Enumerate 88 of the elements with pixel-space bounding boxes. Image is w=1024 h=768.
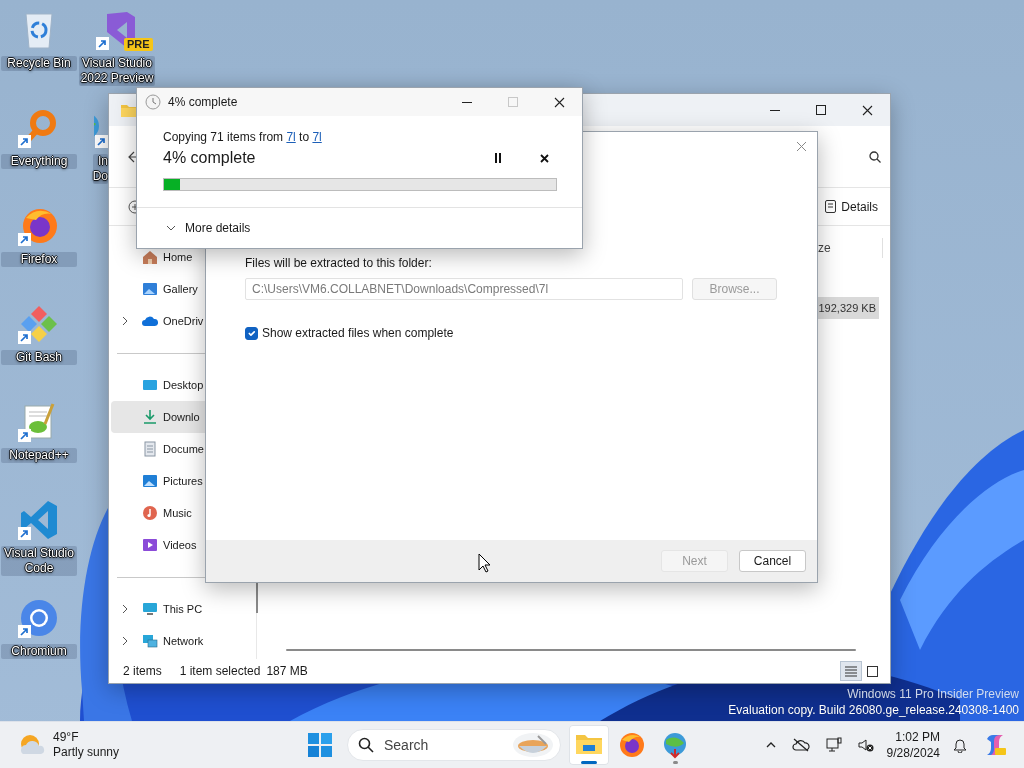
sidebar-item[interactable]: Pictures	[111, 465, 206, 497]
sidebar-item[interactable]: This PC	[111, 593, 206, 625]
checkbox[interactable]	[245, 326, 258, 340]
sidebar-label[interactable]: This PC	[163, 600, 203, 618]
search-icon	[869, 150, 881, 163]
window-title: 4% complete	[168, 94, 239, 111]
sidebar-label[interactable]: Music	[163, 504, 192, 522]
sidebar-label[interactable]: Pictures	[163, 472, 203, 490]
search-icon	[358, 737, 374, 753]
sidebar-item[interactable]: Music	[111, 497, 206, 529]
cancel-button[interactable]: Cancel	[739, 550, 806, 572]
sidebar-item[interactable]: Videos	[111, 529, 206, 561]
video-icon	[142, 537, 158, 553]
date-text: 9/28/2024	[886, 745, 940, 761]
sidebar-label[interactable]: Desktop	[163, 376, 204, 394]
item-count: 2 items	[123, 663, 162, 680]
network-icon	[142, 633, 158, 649]
chevron-up-icon	[765, 742, 776, 748]
folder-icon	[121, 103, 137, 117]
details-view-icon	[844, 664, 858, 678]
clock-icon	[145, 94, 161, 110]
cloud-off-icon	[791, 738, 810, 752]
sidebar-item[interactable]: Downlo	[111, 401, 206, 433]
preview-badge: PRE	[124, 38, 153, 51]
minimize-icon	[462, 101, 472, 103]
pause-icon	[494, 153, 502, 163]
bell-icon	[953, 737, 967, 753]
search-field[interactable]: Search	[382, 733, 512, 757]
selection-size: 187 MB	[266, 663, 308, 680]
sidebar-label[interactable]: Downlo	[163, 408, 200, 426]
music-note-icon	[142, 505, 158, 521]
chevron-right-icon[interactable]	[122, 604, 128, 614]
field-label: Files will be extracted to this folder:	[245, 255, 433, 272]
sidebar-label[interactable]: Gallery	[163, 280, 198, 298]
monitor-icon	[142, 377, 158, 393]
close-icon	[553, 96, 565, 108]
checkbox-label[interactable]: Show extracted files when complete	[262, 324, 454, 342]
sidebar-label[interactable]: Docume	[163, 440, 204, 458]
globe-icon	[661, 731, 689, 759]
browser-icon	[618, 731, 646, 759]
maximize-icon	[816, 105, 826, 115]
sidebar-label[interactable]: OneDriv	[163, 312, 204, 330]
details-button[interactable]: Details	[825, 197, 878, 216]
large-icons-view-icon	[866, 664, 880, 678]
monitor-icon	[825, 737, 842, 753]
close-icon	[861, 104, 873, 116]
sidebar-label[interactable]: Network	[163, 632, 204, 650]
watermark-text: Evaluation copy. Build 26080.ge_release.240308-1400	[728, 702, 1019, 718]
download-icon	[142, 409, 158, 425]
speaker-muted-icon	[857, 738, 874, 752]
progress-heading: 4% complete	[163, 148, 257, 168]
maximize-icon	[508, 97, 518, 107]
chevron-right-icon[interactable]	[122, 636, 128, 646]
close-icon	[795, 140, 807, 152]
file-size-cell[interactable]: 192,329 KB	[815, 297, 879, 319]
picture-icon	[142, 473, 158, 489]
close-icon	[539, 153, 549, 163]
copy-summary: Copying 71 items from 7l to 7l	[163, 130, 323, 144]
minimize-icon	[770, 109, 780, 111]
time-text: 1:02 PM	[894, 729, 940, 745]
gallery-icon	[142, 281, 158, 297]
sidebar-item[interactable]: Docume	[111, 433, 206, 465]
scrollbar-thumb[interactable]	[256, 583, 258, 613]
taskbar-app-button[interactable]	[569, 725, 609, 765]
scrollbar-thumb[interactable]	[286, 649, 856, 651]
temperature[interactable]: 49°F	[53, 730, 120, 745]
folder-link[interactable]: 7l	[286, 130, 296, 144]
windows-logo-icon	[308, 733, 332, 757]
bowl-icon	[512, 732, 554, 758]
chevron-down-icon	[166, 225, 176, 231]
clock[interactable]: 1:02 PM 9/28/2024	[886, 729, 940, 761]
chevron-right-icon[interactable]	[122, 316, 128, 326]
folder-link[interactable]: 7l	[312, 130, 322, 144]
selection-info: 1 item selected	[179, 663, 261, 680]
watermark-text: Windows 11 Pro Insider Preview	[846, 686, 1019, 702]
home-icon	[142, 249, 158, 265]
document-icon	[142, 441, 158, 457]
search-box[interactable]: Search	[347, 729, 561, 761]
weather-condition[interactable]: Partly sunny	[53, 745, 120, 760]
sidebar-item[interactable]: OneDriv	[111, 305, 206, 337]
mouse-pointer-icon	[478, 553, 491, 573]
sidebar-item[interactable]: Network	[111, 625, 206, 657]
sidebar-item[interactable]: Gallery	[111, 273, 206, 305]
details-pane-icon	[825, 200, 837, 213]
sidebar-label[interactable]: Home	[163, 248, 193, 266]
sidebar-item[interactable]: Desktop	[111, 369, 206, 401]
monitor-icon	[142, 601, 158, 617]
sidebar-label[interactable]: Videos	[163, 536, 197, 554]
